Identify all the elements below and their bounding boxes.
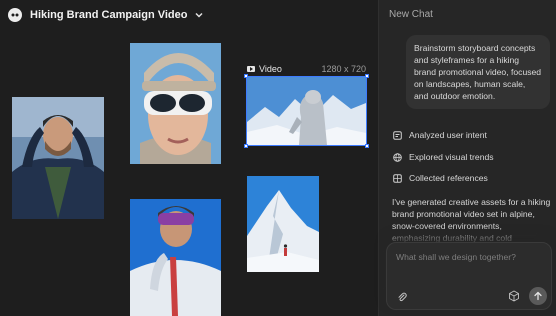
mountain-summit-climber[interactable] xyxy=(247,176,319,272)
bearded-man-portrait[interactable] xyxy=(12,97,104,219)
resize-handle-top-right[interactable] xyxy=(365,74,369,78)
video-label-text: Video xyxy=(259,64,282,74)
user-message-bubble: Brainstorm storyboard concepts and style… xyxy=(406,35,550,109)
assistant-reply: I've generated creative assets for a hik… xyxy=(392,197,551,243)
step-analyzed-intent[interactable]: Analyzed user intent xyxy=(393,130,487,140)
climber-goggles-portrait[interactable] xyxy=(130,199,221,316)
selection-frame[interactable] xyxy=(244,74,369,148)
chat-input[interactable] xyxy=(396,252,544,262)
step-label: Collected references xyxy=(409,173,488,183)
video-icon xyxy=(247,66,255,72)
chevron-down-icon[interactable] xyxy=(194,10,204,20)
globe-icon xyxy=(393,152,402,162)
woman-goggles-portrait[interactable] xyxy=(130,43,221,164)
paperclip-icon[interactable] xyxy=(396,291,408,303)
video-label: Video xyxy=(247,64,282,74)
project-title[interactable]: Hiking Brand Campaign Video xyxy=(30,9,188,21)
cube-icon[interactable] xyxy=(508,290,520,302)
app-logo-icon[interactable] xyxy=(8,8,22,22)
send-button[interactable] xyxy=(529,287,547,305)
step-collected-references[interactable]: Collected references xyxy=(393,173,488,183)
step-label: Explored visual trends xyxy=(409,152,494,162)
resize-handle-bottom-left[interactable] xyxy=(244,144,248,148)
grid-icon xyxy=(393,173,402,183)
doc-icon xyxy=(393,130,402,140)
chat-composer[interactable] xyxy=(386,242,552,310)
resize-handle-bottom-right[interactable] xyxy=(365,144,369,148)
chat-panel: New Chat Brainstorm storyboard concepts … xyxy=(378,0,556,316)
step-label: Analyzed user intent xyxy=(409,130,487,140)
step-explored-trends[interactable]: Explored visual trends xyxy=(393,152,494,162)
canvas-topbar: Hiking Brand Campaign Video xyxy=(0,0,378,30)
design-canvas[interactable]: Hiking Brand Campaign Video Video 1280 x… xyxy=(0,0,378,316)
resize-handle-top-left[interactable] xyxy=(244,74,248,78)
chat-title: New Chat xyxy=(389,9,433,20)
arrow-up-icon xyxy=(534,291,542,301)
video-dimensions: 1280 x 720 xyxy=(321,64,366,74)
